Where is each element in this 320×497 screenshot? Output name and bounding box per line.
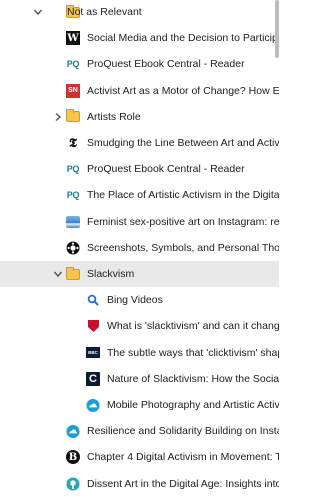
nyt-icon: 𝕿 bbox=[69, 135, 77, 151]
b-icon: B bbox=[66, 450, 80, 465]
bookmark-row[interactable]: PQ ProQuest Ebook Central - Reader bbox=[0, 51, 279, 77]
row-label: Mobile Photography and Artistic Activis bbox=[107, 399, 279, 411]
bookmark-row[interactable]: W Social Media and the Decision to Partic… bbox=[0, 25, 279, 51]
search-icon bbox=[86, 293, 100, 307]
row-label: Not as Relevant bbox=[67, 6, 142, 18]
bookmark-row[interactable]: Mobile Photography and Artistic Activis bbox=[0, 392, 279, 418]
row-label: Nature of Slacktivism: How the Social O bbox=[107, 372, 279, 385]
proquest-icon: PQ bbox=[66, 59, 80, 70]
folder-row[interactable]: Not as Relevant bbox=[0, 0, 279, 25]
bookmark-row[interactable]: Bing Videos bbox=[0, 287, 279, 313]
bookmark-row[interactable]: B Chapter 4 Digital Activism in Movement:… bbox=[0, 444, 279, 470]
bookmark-row[interactable]: PQ The Place of Artistic Activism in the … bbox=[0, 182, 279, 208]
bookmark-row[interactable]: Feminist sex-positive art on Instagram: … bbox=[0, 209, 279, 235]
bookmark-row[interactable]: PQ ProQuest Ebook Central - Reader bbox=[0, 156, 279, 182]
chevron-down-icon[interactable] bbox=[32, 6, 44, 18]
folder-icon bbox=[66, 266, 80, 281]
cloud-icon bbox=[66, 424, 80, 438]
row-label: Bing Videos bbox=[107, 294, 163, 307]
proquest-icon: PQ bbox=[66, 190, 80, 201]
bookmark-row[interactable]: 𝕿 Smudging the Line Between Art and Activ… bbox=[0, 130, 279, 156]
bookmark-row[interactable]: SN Activist Art as a Motor of Change? How… bbox=[0, 78, 279, 104]
cloud-icon bbox=[86, 398, 100, 412]
row-label: Resilience and Solidarity Building on In… bbox=[87, 425, 279, 438]
folder-row[interactable]: Slackvism bbox=[0, 261, 279, 287]
w-icon: W bbox=[66, 31, 80, 46]
row-label: Slackvism bbox=[87, 268, 135, 280]
row-label: Feminist sex-positive art on Instagram: … bbox=[87, 215, 279, 228]
bookmark-row[interactable]: Resilience and Solidarity Building on In… bbox=[0, 418, 279, 444]
row-label: What is 'slacktivism' and can it change … bbox=[107, 320, 279, 333]
row-label: Activist Art as a Motor of Change? How E… bbox=[87, 84, 279, 97]
bookmark-row[interactable]: Dissent Art in the Digital Age: Insights… bbox=[0, 471, 279, 497]
teal-icon bbox=[66, 477, 80, 491]
bookmark-row[interactable]: What is 'slacktivism' and can it change … bbox=[0, 313, 279, 339]
bbc-icon: BBC bbox=[86, 346, 100, 360]
shield-icon bbox=[86, 319, 100, 333]
folder-icon bbox=[66, 109, 80, 124]
row-label: Smudging the Line Between Art and Activi… bbox=[87, 137, 279, 149]
bookmark-row[interactable]: BBC The subtle ways that 'clicktivism' sh… bbox=[0, 340, 279, 366]
folder-row[interactable]: Artists Role bbox=[0, 104, 279, 130]
chevron-down-icon[interactable] bbox=[52, 268, 64, 280]
row-label: The subtle ways that 'clicktivism' shape bbox=[107, 346, 279, 359]
bookmark-row[interactable]: Screenshots, Symbols, and Personal Thoug… bbox=[0, 235, 279, 261]
proquest-icon: PQ bbox=[66, 164, 80, 175]
c-icon: C bbox=[86, 371, 100, 386]
row-label: ProQuest Ebook Central - Reader bbox=[87, 163, 245, 176]
row-label: Artists Role bbox=[87, 110, 141, 123]
row-label: ProQuest Ebook Central - Reader bbox=[87, 58, 245, 71]
sn-icon: SN bbox=[66, 83, 80, 98]
wave-icon bbox=[66, 215, 80, 229]
row-label: Screenshots, Symbols, and Personal Thoug… bbox=[87, 241, 279, 254]
row-label: The Place of Artistic Activism in the Di… bbox=[87, 189, 279, 202]
scrollbar[interactable] bbox=[275, 0, 279, 58]
gear-icon bbox=[66, 241, 80, 255]
bookmark-row[interactable]: C Nature of Slacktivism: How the Social O bbox=[0, 366, 279, 392]
row-label: Chapter 4 Digital Activism in Movement: … bbox=[87, 451, 279, 464]
row-label: Social Media and the Decision to Partici… bbox=[87, 32, 279, 45]
chevron-right-icon[interactable] bbox=[52, 111, 64, 123]
